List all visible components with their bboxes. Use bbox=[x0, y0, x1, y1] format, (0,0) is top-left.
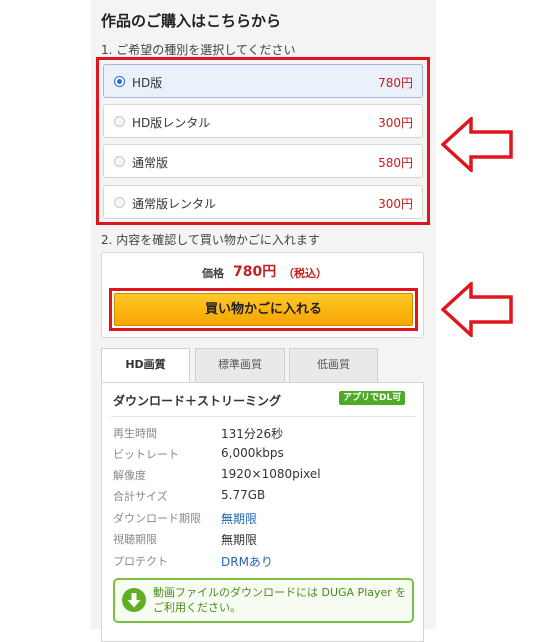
spec-label: 合計サイズ bbox=[113, 490, 168, 503]
spec-value: 5.77GB bbox=[221, 488, 266, 502]
price-tax: （税込） bbox=[283, 267, 327, 280]
option-name: HD版 bbox=[132, 76, 163, 90]
app-dl-badge: アプリでDL可 bbox=[339, 391, 406, 405]
option-standard[interactable]: 通常版 580円 bbox=[103, 144, 423, 178]
option-name: 通常版レンタル bbox=[132, 197, 217, 211]
spec-label: 視聴期限 bbox=[113, 533, 157, 546]
radio-button[interactable] bbox=[114, 116, 125, 127]
divider bbox=[111, 416, 416, 417]
option-hd-rental[interactable]: HD版レンタル 300円 bbox=[103, 104, 423, 138]
add-to-cart-button[interactable]: 買い物かごに入れる bbox=[114, 293, 413, 326]
spec-value: 1920×1080pixel bbox=[221, 467, 321, 481]
spec-label: ダウンロード期限 bbox=[113, 512, 201, 525]
notice-text: 動画ファイルのダウンロードには DUGA Player をご利用ください。 bbox=[153, 586, 407, 614]
annotation-arrow-icon bbox=[441, 117, 513, 172]
spec-label: プロテクト bbox=[113, 555, 168, 568]
option-price: 300円 bbox=[378, 116, 413, 130]
spec-value-link[interactable]: 無期限 bbox=[221, 510, 257, 527]
radio-button[interactable] bbox=[114, 156, 125, 167]
duga-player-notice: 動画ファイルのダウンロードには DUGA Player をご利用ください。 bbox=[113, 578, 414, 623]
spec-value-link[interactable]: DRMあり bbox=[221, 553, 273, 570]
download-streaming-title: ダウンロード＋ストリーミング bbox=[113, 394, 282, 408]
radio-button[interactable] bbox=[114, 76, 125, 87]
price-value: 780円 bbox=[233, 264, 277, 280]
spec-value: 131分26秒 bbox=[221, 427, 284, 441]
price-label: 価格 bbox=[202, 267, 224, 280]
purchase-title: 作品のご購入はこちらから bbox=[101, 12, 282, 30]
option-name: HD版レンタル bbox=[132, 116, 211, 130]
option-standard-rental[interactable]: 通常版レンタル 300円 bbox=[103, 185, 423, 219]
step2-label: 2. 内容を確認して買い物かごに入れます bbox=[101, 233, 320, 247]
spec-label: 解像度 bbox=[113, 469, 146, 482]
tab-low[interactable]: 低画質 bbox=[289, 348, 378, 382]
download-arrow-icon bbox=[122, 588, 146, 612]
option-hd[interactable]: HD版 780円 bbox=[103, 64, 423, 98]
spec-value: 無期限 bbox=[221, 533, 258, 547]
radio-button[interactable] bbox=[114, 197, 125, 208]
tab-standard[interactable]: 標準画質 bbox=[195, 348, 285, 382]
option-name: 通常版 bbox=[132, 156, 169, 170]
spec-label: ビットレート bbox=[113, 448, 179, 461]
option-price: 780円 bbox=[378, 76, 413, 90]
spec-value: 6,000kbps bbox=[221, 446, 284, 460]
tab-hd[interactable]: HD画質 bbox=[101, 348, 190, 383]
spec-label: 再生時間 bbox=[113, 427, 157, 440]
option-price: 580円 bbox=[378, 156, 413, 170]
annotation-arrow-icon bbox=[441, 282, 513, 337]
step1-label: 1. ご希望の種別を選択してください bbox=[101, 43, 296, 57]
option-price: 300円 bbox=[378, 197, 413, 211]
